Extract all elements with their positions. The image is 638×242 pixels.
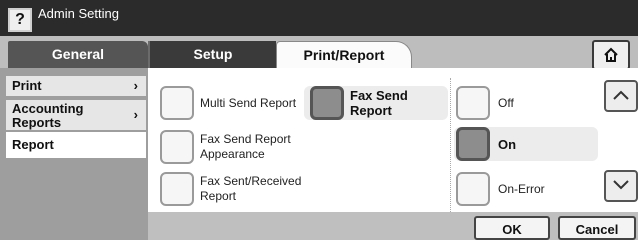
fax-sent-received-report-button[interactable] bbox=[160, 172, 194, 206]
ok-button[interactable]: OK bbox=[474, 216, 550, 240]
chevron-up-icon bbox=[613, 90, 629, 100]
tab-general[interactable]: General bbox=[8, 41, 148, 68]
divider bbox=[450, 78, 451, 212]
fax-sent-received-report-label: Fax Sent/Received Report bbox=[200, 174, 302, 203]
fax-send-report-appearance-button[interactable] bbox=[160, 130, 194, 164]
main-panel: Multi Send Report Fax Send Report Appear… bbox=[148, 68, 638, 212]
multi-send-report-label: Multi Send Report bbox=[200, 96, 297, 110]
multi-send-report-button[interactable] bbox=[160, 86, 194, 120]
home-button[interactable] bbox=[592, 40, 630, 70]
cancel-button[interactable]: Cancel bbox=[558, 216, 636, 240]
scrollbar bbox=[604, 80, 638, 216]
nav-item-accounting-reports[interactable]: Accounting Reports › bbox=[6, 100, 146, 130]
nav-item-report[interactable]: Report bbox=[6, 132, 146, 158]
tab-print-report[interactable]: Print/Report bbox=[276, 41, 412, 69]
home-icon bbox=[604, 47, 618, 62]
nav-item-label: Print bbox=[12, 78, 42, 93]
tab-bar: General Setup Print/Report bbox=[0, 36, 638, 70]
help-button[interactable]: ? bbox=[8, 8, 32, 32]
option-off-label: Off bbox=[498, 96, 514, 110]
option-on-error-label: On-Error bbox=[498, 182, 545, 196]
tab-setup[interactable]: Setup bbox=[148, 41, 276, 68]
left-nav: Print › Accounting Reports › Report bbox=[0, 68, 148, 240]
fax-send-report-label: Fax Send Report bbox=[350, 88, 408, 118]
option-off-button[interactable] bbox=[456, 86, 490, 120]
option-on-label: On bbox=[498, 137, 517, 152]
nav-item-label: Accounting Reports bbox=[12, 101, 84, 130]
option-on-button[interactable] bbox=[456, 127, 490, 161]
fax-send-report-button[interactable] bbox=[310, 86, 344, 120]
nav-item-label: Report bbox=[12, 137, 54, 152]
nav-item-print[interactable]: Print › bbox=[6, 76, 146, 96]
window-title: Admin Setting bbox=[38, 6, 119, 21]
chevron-right-icon: › bbox=[133, 107, 138, 122]
chevron-down-icon bbox=[613, 180, 629, 190]
title-bar: ? Admin Setting bbox=[0, 0, 638, 36]
bottom-bar: OK Cancel bbox=[148, 212, 638, 240]
chevron-right-icon: › bbox=[133, 78, 138, 93]
fax-send-report-appearance-label: Fax Send Report Appearance bbox=[200, 132, 291, 161]
scroll-down-button[interactable] bbox=[604, 170, 638, 202]
option-on-error-button[interactable] bbox=[456, 172, 490, 206]
scroll-up-button[interactable] bbox=[604, 80, 638, 112]
